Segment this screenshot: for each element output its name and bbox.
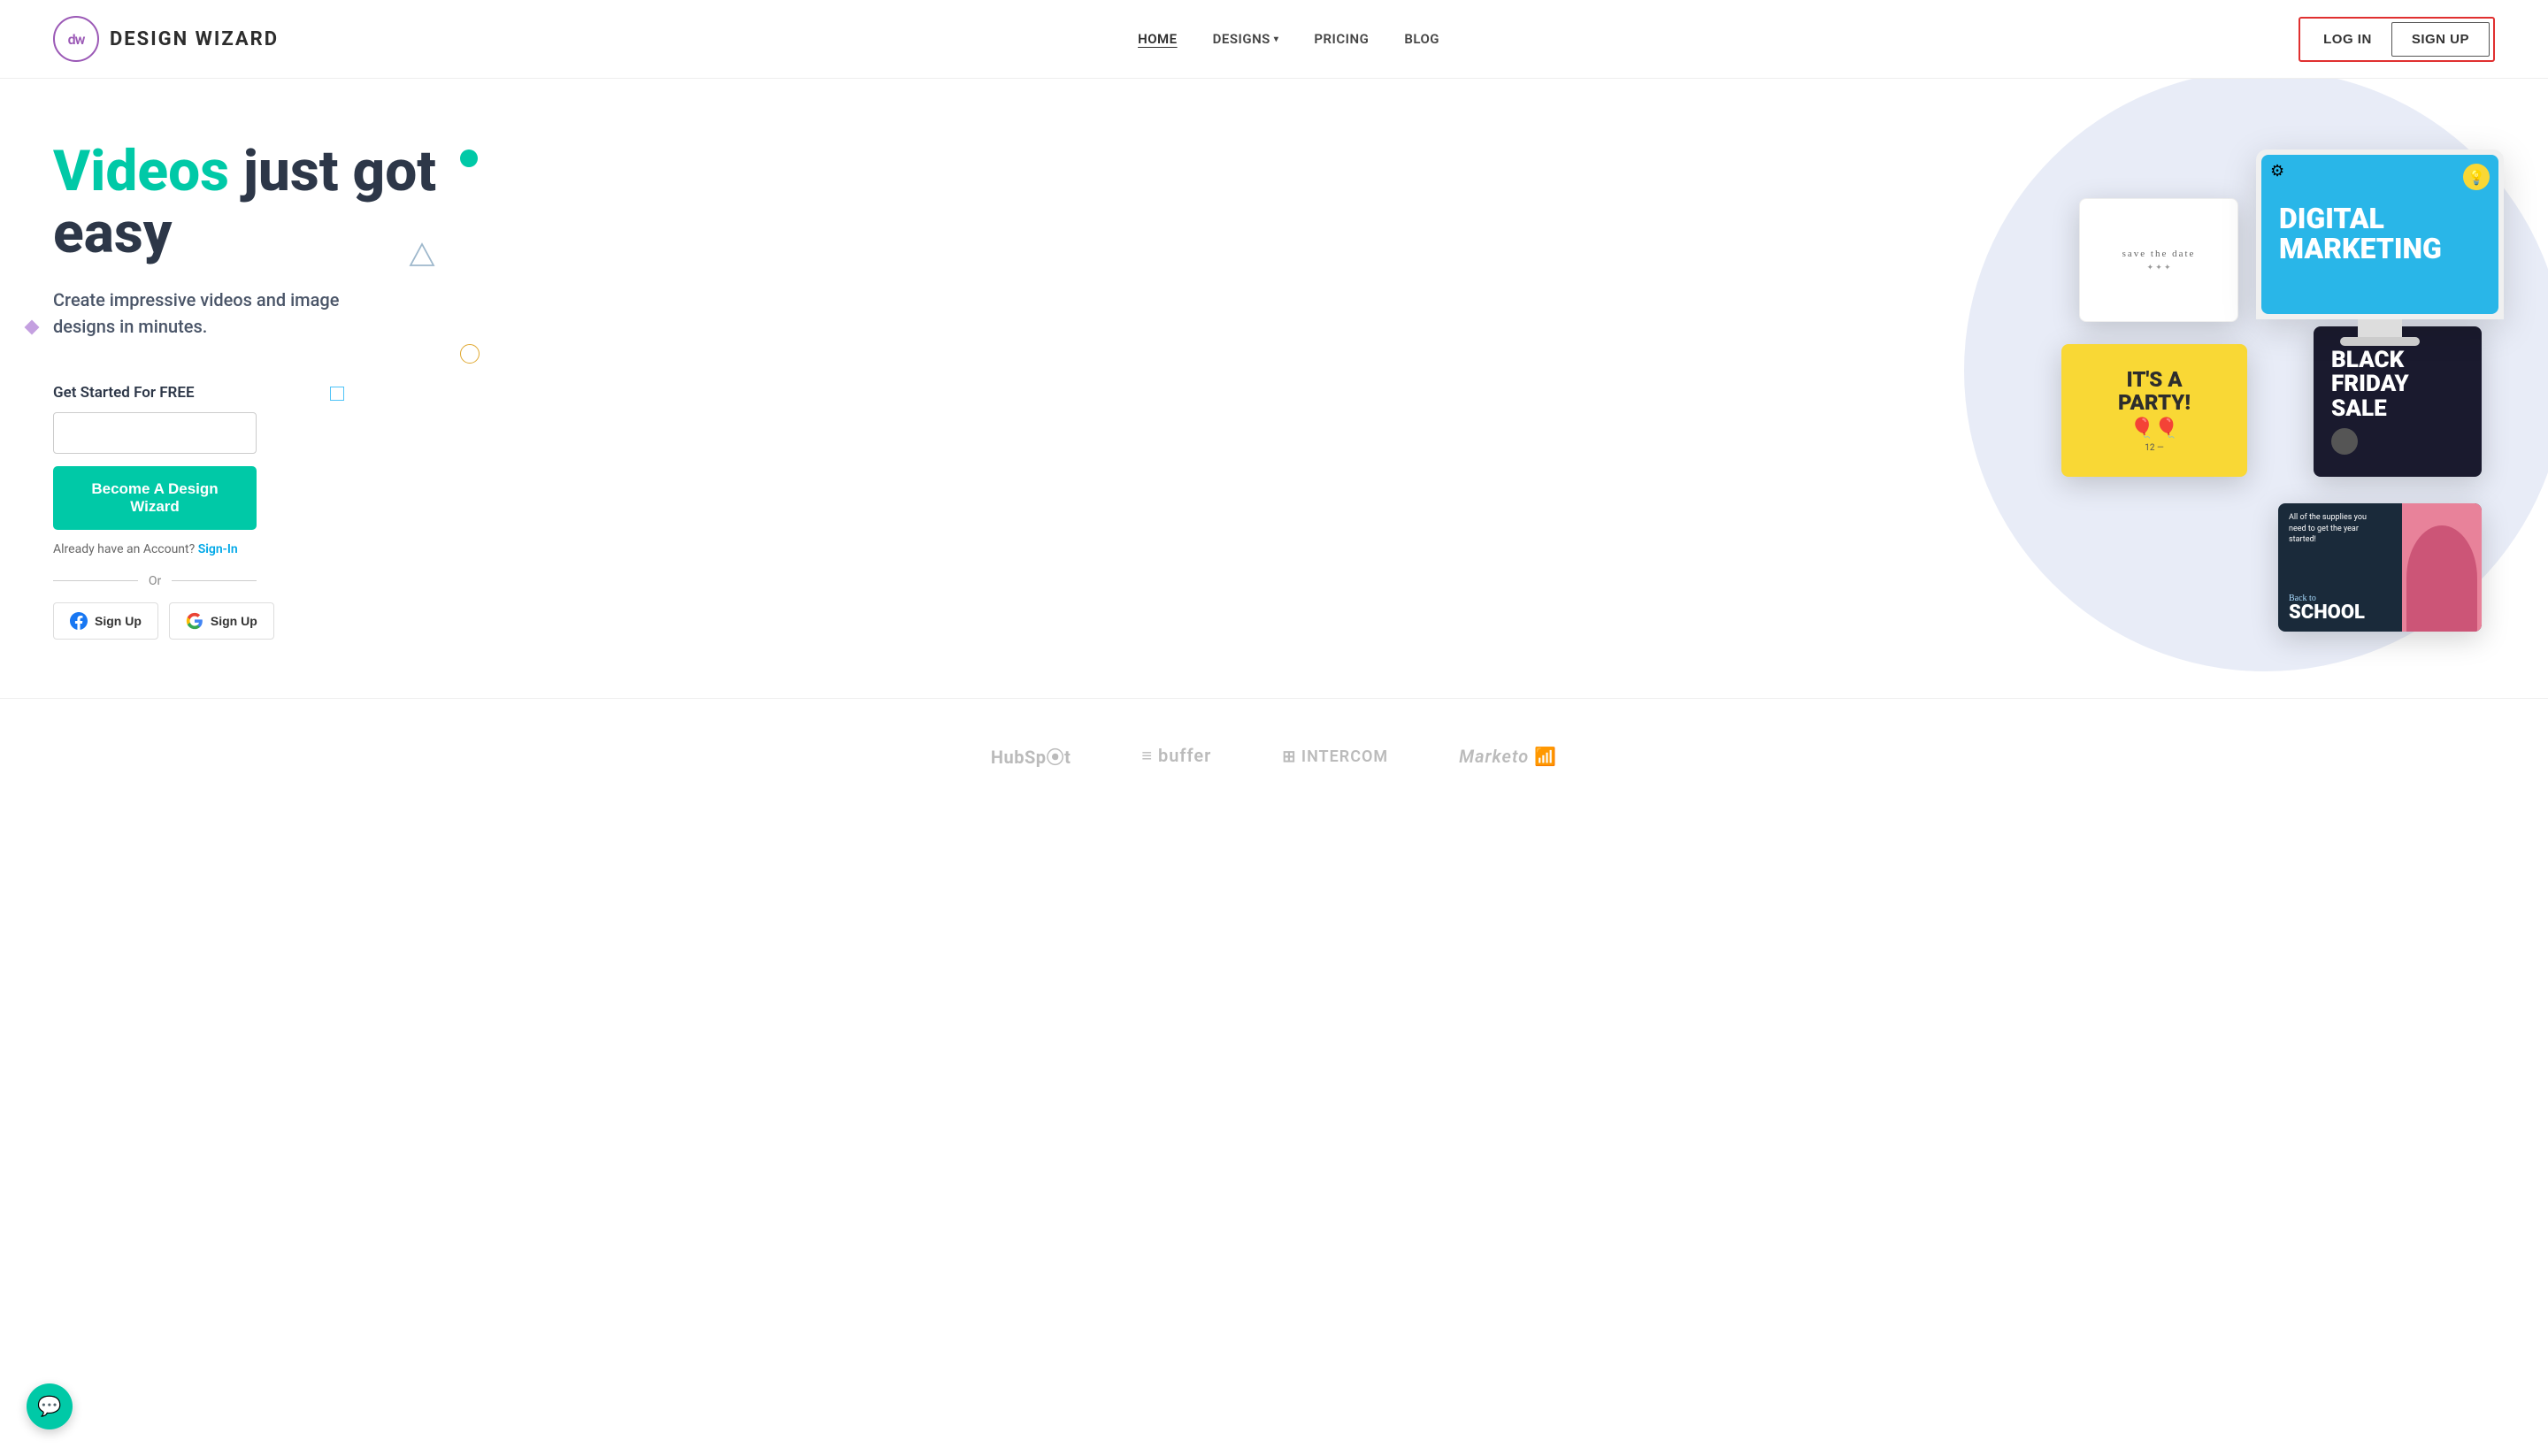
main-nav: HOME DESIGNS ▾ PRICING BLOG (1138, 31, 1439, 47)
save-date-card: save the date ✦ ✦ ✦ (2079, 198, 2238, 322)
black-friday-title: BLACK FRIDAY SALE (2331, 349, 2464, 421)
logo-icon[interactable]: dw (53, 16, 99, 62)
hero-illustration: 💡 ⚙ DIGITALMARKETING save the date ✦ ✦ ✦… (478, 123, 2495, 654)
hero-content: Videos just goteasy Create impressive vi… (53, 123, 478, 640)
marketo-logo: Marketo 📶 (1459, 746, 1557, 767)
chat-support-button[interactable]: 💬 (27, 1383, 73, 1429)
google-signup-button[interactable]: Sign Up (169, 602, 274, 640)
divider-left (53, 580, 138, 581)
monitor-frame: 💡 ⚙ DIGITALMARKETING (2256, 149, 2504, 346)
sign-in-link[interactable]: Sign-In (198, 542, 238, 556)
email-input[interactable] (53, 412, 257, 454)
hubspot-logo: HubSp⦿t (991, 743, 1071, 769)
hero-section: Videos just goteasy Create impressive vi… (0, 79, 2548, 680)
or-divider: Or (53, 574, 257, 588)
design-cards: 💡 ⚙ DIGITALMARKETING save the date ✦ ✦ ✦… (522, 149, 2530, 645)
facebook-signup-button[interactable]: Sign Up (53, 602, 158, 640)
partner-logos-section: HubSp⦿t ≡ buffer ⊞ INTERCOM Marketo 📶 (0, 698, 2548, 813)
chevron-down-icon: ▾ (1274, 34, 1279, 44)
auth-buttons-container: LOG IN SIGN UP (2299, 17, 2495, 62)
already-account-text: Already have an Account? Sign-In (53, 542, 478, 556)
chat-icon: 💬 (37, 1396, 61, 1418)
hero-title-highlight: Videos (53, 138, 229, 204)
black-friday-card: BLACK FRIDAY SALE (2314, 326, 2482, 477)
logo-area: dw DESIGN WIZARD (53, 16, 279, 62)
nav-designs[interactable]: DESIGNS ▾ (1213, 31, 1279, 47)
facebook-icon (70, 612, 88, 630)
signup-button[interactable]: SIGN UP (2391, 22, 2490, 57)
become-wizard-button[interactable]: Become A Design Wizard (53, 466, 257, 530)
hero-title: Videos just goteasy (53, 141, 478, 265)
nav-pricing[interactable]: PRICING (1314, 31, 1369, 47)
nav-blog[interactable]: BLOG (1404, 31, 1439, 47)
divider-right (172, 580, 257, 581)
party-card: IT'S APARTY! 🎈🎈 12 — (2061, 344, 2247, 477)
intercom-logo: ⊞ INTERCOM (1282, 746, 1388, 766)
diamond-shape (25, 320, 40, 335)
digital-marketing-card-title: DIGITALMARKETING (2279, 204, 2442, 264)
brand-name: DESIGN WIZARD (110, 28, 279, 50)
back-to-school-card: All of the supplies you need to get the … (2278, 503, 2482, 632)
social-signup-container: Sign Up Sign Up (53, 602, 478, 640)
nav-home[interactable]: HOME (1138, 31, 1178, 47)
or-text: Or (149, 574, 161, 588)
hero-subtitle: Create impressive videos and image desig… (53, 287, 372, 340)
party-card-title: IT'S APARTY! (2118, 368, 2191, 415)
login-button[interactable]: LOG IN (2304, 23, 2391, 56)
buffer-logo: ≡ buffer (1141, 745, 1211, 767)
header: dw DESIGN WIZARD HOME DESIGNS ▾ PRICING … (0, 0, 2548, 79)
get-started-label: Get Started For FREE (53, 384, 478, 402)
google-icon (186, 612, 203, 630)
